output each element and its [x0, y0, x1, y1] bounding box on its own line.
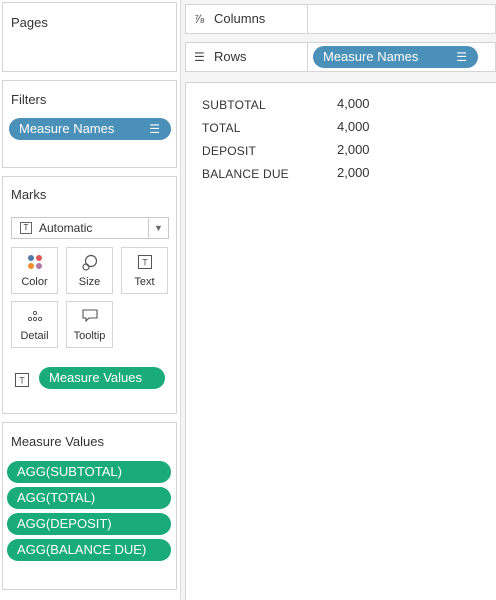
svg-text:T: T	[19, 376, 25, 386]
filters-title: Filters	[11, 92, 47, 107]
text-label: Text	[134, 276, 155, 288]
measure-value-pill[interactable]: AGG(BALANCE DUE)	[7, 539, 171, 561]
marks-card: Marks T Automatic ▼ Color Size T Text De…	[2, 176, 177, 414]
measure-value-label: AGG(DEPOSIT)	[17, 516, 112, 531]
text-encoding-pill[interactable]: Measure Values	[39, 367, 165, 389]
size-label: Size	[78, 276, 101, 288]
mark-type-value: Automatic	[39, 221, 93, 235]
tooltip-button[interactable]: Tooltip	[66, 301, 113, 348]
sort-icon: ☰	[456, 50, 467, 64]
tooltip-icon	[67, 308, 112, 330]
text-button[interactable]: T Text	[121, 247, 168, 294]
svg-text:T: T	[142, 258, 148, 268]
marks-title: Marks	[11, 187, 47, 202]
text-encoding-label: Measure Values	[49, 370, 142, 385]
measure-values-card: Measure Values AGG(SUBTOTAL) AGG(TOTAL) …	[2, 422, 177, 590]
measure-value-pill[interactable]: AGG(TOTAL)	[7, 487, 171, 509]
row-header: DEPOSIT	[202, 144, 257, 158]
color-icon	[12, 254, 57, 276]
rows-pill-measure-names[interactable]: Measure Names ☰	[313, 46, 478, 68]
detail-button[interactable]: Detail	[11, 301, 58, 348]
rows-label: Rows	[214, 49, 247, 64]
measure-value-label: AGG(TOTAL)	[17, 490, 96, 505]
filter-pill-measure-names[interactable]: Measure Names ☰	[9, 118, 171, 140]
text-icon: T	[20, 222, 32, 234]
size-icon	[67, 254, 112, 276]
pages-card[interactable]: Pages	[2, 2, 177, 72]
measure-value-pill[interactable]: AGG(SUBTOTAL)	[7, 461, 171, 483]
color-button[interactable]: Color	[11, 247, 58, 294]
measure-value-pill[interactable]: AGG(DEPOSIT)	[7, 513, 171, 535]
rows-icon: ☰	[194, 50, 205, 64]
measure-value-label: AGG(SUBTOTAL)	[17, 464, 122, 479]
detail-label: Detail	[20, 330, 49, 342]
row-value: 4,000	[337, 96, 370, 111]
row-value: 2,000	[337, 142, 370, 157]
measure-values-title: Measure Values	[11, 434, 104, 449]
rows-pill-label: Measure Names	[323, 49, 419, 64]
filter-pill-label: Measure Names	[19, 121, 115, 136]
row-header: TOTAL	[202, 121, 241, 135]
row-value: 4,000	[337, 119, 370, 134]
row-header: SUBTOTAL	[202, 98, 266, 112]
size-button[interactable]: Size	[66, 247, 113, 294]
sort-icon: ☰	[149, 122, 160, 136]
view-area: SUBTOTAL 4,000 TOTAL 4,000 DEPOSIT 2,000…	[185, 82, 496, 600]
tooltip-label: Tooltip	[73, 330, 106, 342]
row-header: BALANCE DUE	[202, 167, 289, 181]
detail-icon	[12, 308, 57, 330]
columns-icon: ⅞	[194, 12, 205, 26]
measure-value-label: AGG(BALANCE DUE)	[17, 542, 147, 557]
columns-shelf[interactable]: ⅞ Columns	[185, 4, 496, 34]
mark-type-select[interactable]: T Automatic ▼	[11, 217, 169, 239]
row-value: 2,000	[337, 165, 370, 180]
color-label: Color	[21, 276, 48, 288]
columns-shelf-label: ⅞ Columns	[186, 5, 308, 33]
rows-shelf[interactable]: ☰ Rows Measure Names ☰	[185, 42, 496, 72]
text-encoding-icon: T	[15, 373, 29, 392]
pages-title: Pages	[11, 15, 48, 30]
sidebar: Pages Filters Measure Names ☰ Marks T Au…	[0, 0, 181, 600]
text-icon: T	[122, 254, 167, 276]
rows-shelf-label: ☰ Rows	[186, 43, 308, 71]
chevron-down-icon[interactable]: ▼	[148, 218, 168, 238]
filters-card[interactable]: Filters Measure Names ☰	[2, 80, 177, 168]
columns-label: Columns	[214, 11, 266, 26]
